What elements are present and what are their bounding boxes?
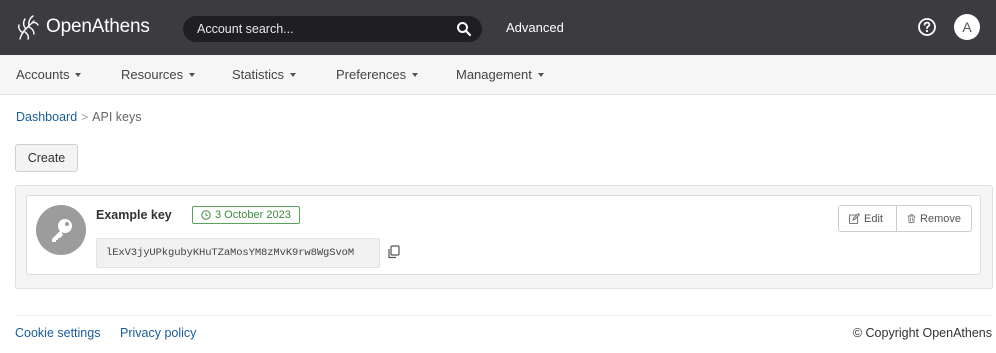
trash-icon	[907, 214, 916, 223]
edit-button-label: Edit	[864, 212, 883, 225]
caret-down-icon	[537, 73, 544, 77]
breadcrumb: Dashboard > API keys	[16, 110, 142, 124]
caret-down-icon	[75, 73, 82, 77]
search-icon[interactable]	[456, 21, 472, 37]
breadcrumb-separator: >	[81, 110, 89, 124]
help-icon[interactable]	[917, 17, 937, 37]
api-key-date: 3 October 2023	[215, 209, 291, 221]
user-avatar[interactable]: A	[954, 14, 980, 40]
account-search	[183, 16, 482, 42]
edit-button[interactable]: Edit	[838, 205, 897, 232]
remove-button-label: Remove	[920, 212, 961, 225]
breadcrumb-current: API keys	[92, 110, 142, 124]
nav-accounts[interactable]: Accounts	[16, 67, 82, 82]
breadcrumb-dashboard-link[interactable]: Dashboard	[16, 110, 77, 124]
copy-icon[interactable]	[387, 245, 401, 259]
footer-divider	[15, 315, 993, 316]
nav-accounts-label: Accounts	[16, 67, 70, 82]
nav-resources-label: Resources	[121, 67, 184, 82]
nav-resources[interactable]: Resources	[121, 67, 196, 82]
nav-management-label: Management	[456, 67, 532, 82]
api-key-value[interactable]: lExV3jyUPkgubyKHuTZaMosYM8zMvK9rw8WgSvoM	[96, 238, 380, 268]
main-navigation: Accounts Resources Statistics Preference…	[0, 55, 996, 95]
nav-statistics[interactable]: Statistics	[232, 67, 297, 82]
api-key-date-badge: 3 October 2023	[192, 206, 300, 224]
account-search-input[interactable]	[197, 16, 447, 42]
advanced-search-link[interactable]: Advanced	[506, 20, 564, 35]
remove-button[interactable]: Remove	[897, 205, 972, 232]
key-icon	[52, 219, 72, 242]
caret-down-icon	[290, 73, 297, 77]
nav-statistics-label: Statistics	[232, 67, 285, 82]
key-avatar	[36, 205, 86, 255]
api-key-actions: Edit Remove	[838, 205, 972, 232]
cookie-settings-link[interactable]: Cookie settings	[15, 326, 100, 340]
clock-icon	[201, 210, 211, 220]
openathens-logo[interactable]: OpenAthens	[14, 12, 150, 42]
top-bar: OpenAthens Advanced A	[0, 0, 996, 55]
copyright-text: © Copyright OpenAthens	[852, 326, 992, 340]
create-button[interactable]: Create	[15, 144, 78, 172]
caret-down-icon	[189, 73, 196, 77]
brand-name: OpenAthens	[46, 16, 150, 37]
edit-icon	[849, 213, 860, 224]
caret-down-icon	[412, 73, 419, 77]
nav-preferences[interactable]: Preferences	[336, 67, 419, 82]
nav-preferences-label: Preferences	[336, 67, 407, 82]
nav-management[interactable]: Management	[456, 67, 544, 82]
api-key-name: Example key	[96, 208, 172, 222]
privacy-policy-link[interactable]: Privacy policy	[120, 326, 196, 340]
openathens-leaf-icon	[18, 15, 39, 40]
